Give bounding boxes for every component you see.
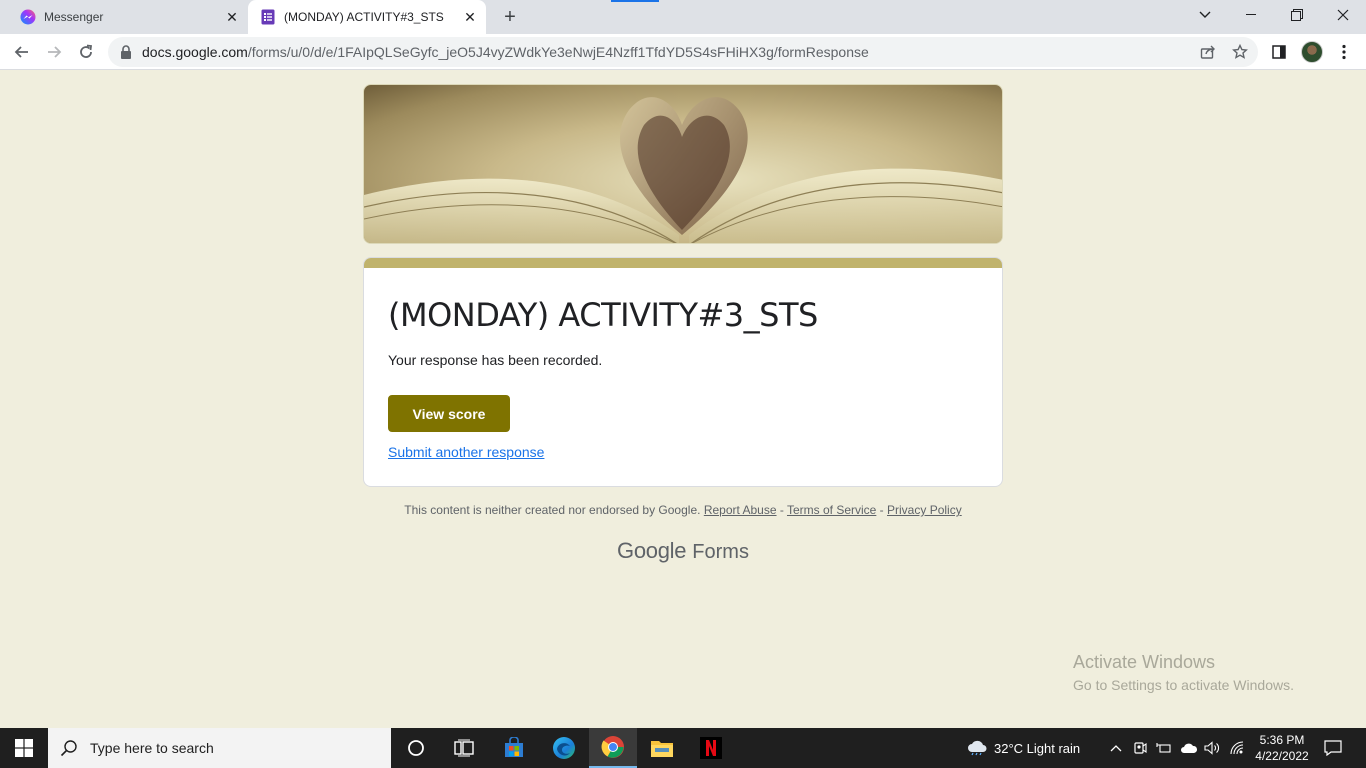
- search-placeholder: Type here to search: [90, 740, 214, 756]
- submit-another-response-link[interactable]: Submit another response: [388, 444, 544, 460]
- back-button[interactable]: [8, 38, 36, 66]
- browser-tab-strip: Messenger ✕ (MONDAY) ACTIVITY#3_STS ✕ +: [0, 0, 1366, 34]
- report-abuse-link[interactable]: Report Abuse: [704, 503, 777, 517]
- edge-icon: [553, 737, 575, 759]
- lock-icon: [121, 45, 131, 59]
- windows-logo-icon: [15, 739, 33, 757]
- form-title: (MONDAY) ACTIVITY#3_STS: [388, 296, 818, 334]
- task-view-icon: [454, 739, 474, 757]
- notifications-button[interactable]: [1318, 728, 1348, 768]
- forward-button[interactable]: [40, 38, 68, 66]
- search-icon: [60, 740, 77, 757]
- chrome-button[interactable]: [589, 728, 637, 768]
- tab-title: (MONDAY) ACTIVITY#3_STS: [284, 10, 444, 24]
- google-wordmark: Google: [617, 538, 687, 563]
- form-footer: This content is neither created nor endo…: [0, 503, 1366, 517]
- task-view-button[interactable]: [440, 728, 488, 768]
- file-explorer-button[interactable]: [638, 728, 686, 768]
- reload-icon: [80, 44, 93, 58]
- weather-text[interactable]: 32°C Light rain: [994, 728, 1100, 768]
- disclaimer-text: This content is neither created nor endo…: [404, 503, 701, 517]
- netflix-button[interactable]: [687, 728, 735, 768]
- close-window-button[interactable]: [1320, 0, 1366, 30]
- edge-button[interactable]: [540, 728, 588, 768]
- footer-separator: -: [876, 503, 888, 517]
- weather-cloud-icon[interactable]: [964, 728, 990, 768]
- netflix-icon: [700, 737, 722, 759]
- system-clock[interactable]: 5:36 PM 4/22/2022: [1252, 732, 1312, 764]
- close-tab-icon[interactable]: ✕: [462, 9, 478, 25]
- profile-avatar[interactable]: [1300, 40, 1324, 64]
- card-accent-bar: [364, 258, 1002, 268]
- url-path: /forms/u/0/d/e/1FAIpQLSeGyfc_jeO5J4vyZWd…: [247, 44, 869, 60]
- avatar-image: [1301, 41, 1323, 63]
- microsoft-store-button[interactable]: [490, 728, 538, 768]
- restore-button[interactable]: [1274, 0, 1320, 30]
- side-panel-button[interactable]: [1267, 40, 1291, 64]
- microsoft-store-icon: [505, 737, 523, 757]
- folder-icon: [651, 741, 673, 757]
- view-score-button[interactable]: View score: [388, 395, 510, 432]
- battery-power-icon[interactable]: [1154, 728, 1174, 768]
- close-tab-icon[interactable]: ✕: [224, 9, 240, 25]
- taskbar-search-box[interactable]: Type here to search: [48, 728, 391, 768]
- cortana-button[interactable]: [392, 728, 440, 768]
- tab-title: Messenger: [44, 10, 104, 24]
- new-tab-button[interactable]: +: [498, 5, 522, 29]
- response-card: (MONDAY) ACTIVITY#3_STS Your response ha…: [363, 257, 1003, 487]
- reload-button[interactable]: [72, 38, 100, 66]
- chrome-icon: [601, 736, 624, 758]
- browser-menu-button[interactable]: [1332, 40, 1356, 64]
- cortana-circle-icon: [408, 740, 424, 756]
- form-header-image: [363, 84, 1003, 244]
- rain-cloud-icon: [968, 740, 987, 756]
- privacy-policy-link[interactable]: Privacy Policy: [887, 503, 962, 517]
- google-forms-icon: [261, 9, 275, 25]
- meet-now-icon[interactable]: [1130, 728, 1150, 768]
- tab-strip-accent: [611, 0, 659, 2]
- share-icon[interactable]: [1200, 44, 1216, 60]
- onedrive-cloud-icon[interactable]: [1178, 728, 1200, 768]
- watermark-subtitle: Go to Settings to activate Windows.: [1073, 677, 1294, 693]
- open-book-illustration: [364, 97, 1002, 243]
- bookmark-star-icon[interactable]: [1232, 44, 1248, 60]
- back-arrow-icon: [14, 46, 28, 58]
- start-button[interactable]: [0, 728, 48, 768]
- forms-wordmark: Forms: [692, 541, 749, 563]
- show-hidden-icons-chevron-icon[interactable]: [1106, 728, 1126, 768]
- address-bar[interactable]: docs.google.com/forms/u/0/d/e/1FAIpQLSeG…: [108, 37, 1258, 67]
- tab-messenger[interactable]: Messenger ✕: [8, 0, 248, 34]
- watermark-title: Activate Windows: [1073, 652, 1216, 672]
- activate-windows-watermark: Activate Windows Go to Settings to activ…: [1073, 652, 1294, 693]
- forward-arrow-icon: [48, 46, 62, 58]
- more-vertical-icon: [1342, 44, 1346, 60]
- messenger-icon: [20, 9, 36, 25]
- side-panel-icon: [1272, 45, 1286, 59]
- network-icon[interactable]: [1228, 728, 1248, 768]
- tab-search-chevron-icon[interactable]: [1182, 0, 1228, 30]
- browser-toolbar: docs.google.com/forms/u/0/d/e/1FAIpQLSeG…: [0, 34, 1366, 70]
- terms-of-service-link[interactable]: Terms of Service: [787, 503, 876, 517]
- clock-date: 4/22/2022: [1255, 749, 1309, 763]
- tab-forms[interactable]: (MONDAY) ACTIVITY#3_STS ✕: [248, 0, 486, 34]
- google-forms-logo[interactable]: Google Forms: [0, 538, 1366, 564]
- volume-icon[interactable]: [1202, 728, 1222, 768]
- windows-taskbar: Type here to search 32°C Light rain 5:36…: [0, 728, 1366, 768]
- notification-icon: [1324, 740, 1342, 756]
- confirmation-message: Your response has been recorded.: [388, 352, 603, 368]
- clock-time: 5:36 PM: [1259, 733, 1305, 747]
- url-text: docs.google.com/forms/u/0/d/e/1FAIpQLSeG…: [142, 44, 869, 60]
- minimize-button[interactable]: [1228, 0, 1274, 30]
- footer-separator: -: [776, 503, 787, 517]
- url-host: docs.google.com: [142, 44, 248, 60]
